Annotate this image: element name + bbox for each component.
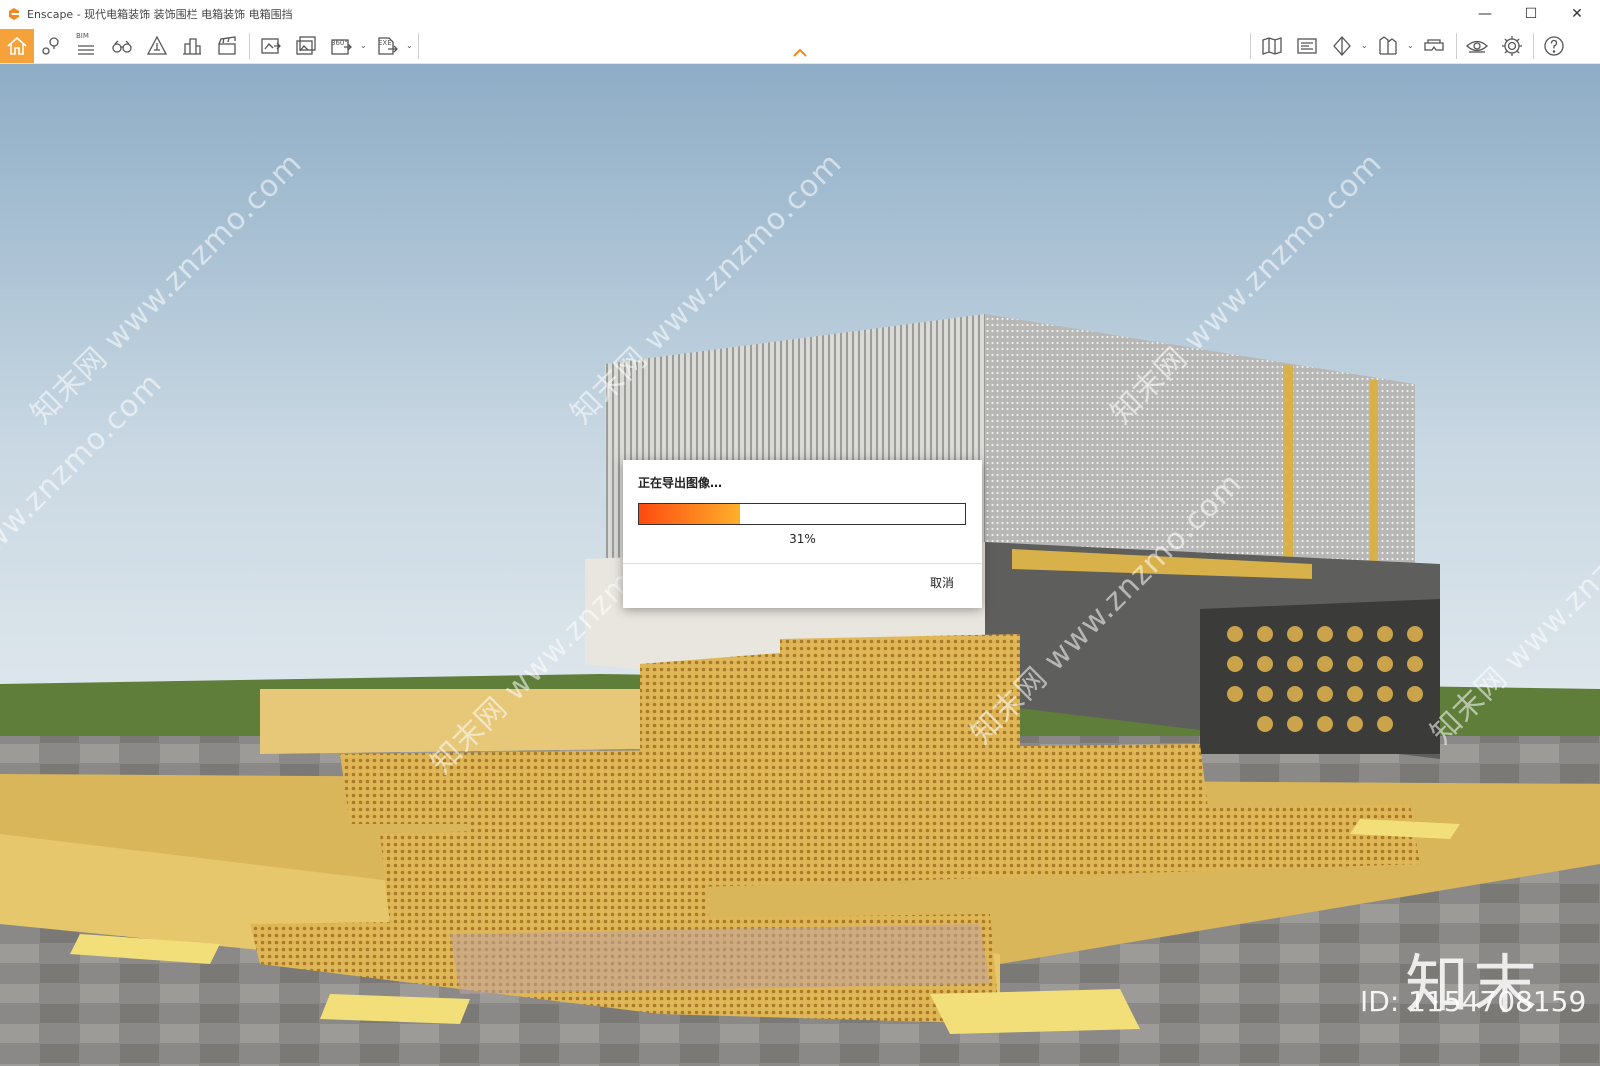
map-button[interactable] bbox=[1255, 29, 1289, 63]
export-exe-button[interactable]: EXE bbox=[370, 29, 404, 63]
settings-gear-icon bbox=[1502, 36, 1522, 56]
vr-dropdown-chevron-icon[interactable]: ⌄ bbox=[1361, 41, 1368, 50]
export-progress-dialog: 正在导出图像… 31% 取消 bbox=[623, 460, 982, 608]
progress-bar-fill bbox=[639, 504, 741, 524]
map-icon bbox=[1262, 37, 1282, 55]
panorama-dropdown-chevron-icon[interactable]: ⌄ bbox=[360, 41, 367, 50]
atmosphere-icon bbox=[146, 35, 168, 55]
mini-map-icon bbox=[1297, 38, 1317, 54]
buildings-button[interactable] bbox=[175, 29, 209, 63]
home-icon bbox=[7, 36, 27, 55]
toolbar-separator bbox=[418, 33, 419, 59]
screenshot-icon bbox=[261, 38, 281, 54]
vr-icon bbox=[1333, 36, 1351, 56]
visibility-button[interactable] bbox=[1460, 29, 1494, 63]
title-bar: Enscape - 现代电箱装饰 装饰围栏 电箱装饰 电箱围挡 — ☐ ✕ bbox=[0, 0, 1600, 27]
panorama-label: 360° bbox=[331, 39, 348, 47]
main-toolbar: BIM 360° ⌄ EXE ⌄ ⌄ ⌄ bbox=[0, 27, 1600, 64]
toolbar-separator bbox=[1533, 33, 1534, 59]
settings-button[interactable] bbox=[1495, 29, 1529, 63]
asset-library-icon bbox=[1379, 36, 1397, 55]
export-dropdown-chevron-icon[interactable]: ⌄ bbox=[406, 41, 413, 50]
cancel-button[interactable]: 取消 bbox=[930, 574, 954, 591]
window-controls: — ☐ ✕ bbox=[1462, 0, 1600, 27]
help-button[interactable] bbox=[1537, 29, 1571, 63]
batch-render-icon bbox=[296, 36, 316, 55]
batch-render-button[interactable] bbox=[289, 29, 323, 63]
atmosphere-button[interactable] bbox=[140, 29, 174, 63]
video-editor-button[interactable] bbox=[210, 29, 244, 63]
panorama-button[interactable]: 360° bbox=[324, 29, 358, 63]
location-button[interactable] bbox=[34, 29, 68, 63]
dialog-divider bbox=[623, 563, 982, 564]
mini-map-button[interactable] bbox=[1290, 29, 1324, 63]
brand-watermark-id: ID: 1154708159 bbox=[1360, 985, 1587, 1018]
window-title: Enscape - 现代电箱装饰 装饰围栏 电箱装饰 电箱围挡 bbox=[27, 7, 293, 21]
toolbar-separator bbox=[1250, 33, 1251, 59]
collapse-toolbar-chevron-icon[interactable] bbox=[792, 48, 808, 58]
toolbar-separator bbox=[1456, 33, 1457, 59]
screenshot-button[interactable] bbox=[254, 29, 288, 63]
walk-mode-button[interactable] bbox=[105, 29, 139, 63]
vr-headset-button[interactable] bbox=[1417, 29, 1451, 63]
help-icon bbox=[1544, 36, 1564, 56]
export-progress-bar bbox=[638, 503, 966, 525]
asset-library-button[interactable] bbox=[1371, 29, 1405, 63]
vr-mode-button[interactable] bbox=[1325, 29, 1359, 63]
home-button[interactable] bbox=[0, 29, 34, 63]
minimize-button[interactable]: — bbox=[1462, 0, 1508, 27]
dialog-title: 正在导出图像… bbox=[638, 476, 723, 490]
progress-percent-text: 31% bbox=[789, 532, 816, 546]
bim-button[interactable]: BIM bbox=[69, 29, 103, 63]
binoculars-icon bbox=[112, 40, 132, 53]
vr-headset-icon bbox=[1424, 39, 1444, 51]
view-visibility-icon bbox=[1466, 40, 1488, 53]
close-button[interactable]: ✕ bbox=[1554, 0, 1600, 27]
video-editor-icon bbox=[218, 36, 236, 55]
toolbar-separator bbox=[249, 33, 250, 59]
asset-dropdown-chevron-icon[interactable]: ⌄ bbox=[1407, 41, 1414, 50]
export-exe-label: EXE bbox=[378, 39, 392, 47]
enscape-logo-icon bbox=[9, 7, 19, 20]
buildings-icon bbox=[183, 38, 201, 55]
maximize-button[interactable]: ☐ bbox=[1508, 0, 1554, 27]
bim-label: BIM bbox=[76, 32, 89, 40]
location-pin-icon bbox=[42, 37, 59, 55]
